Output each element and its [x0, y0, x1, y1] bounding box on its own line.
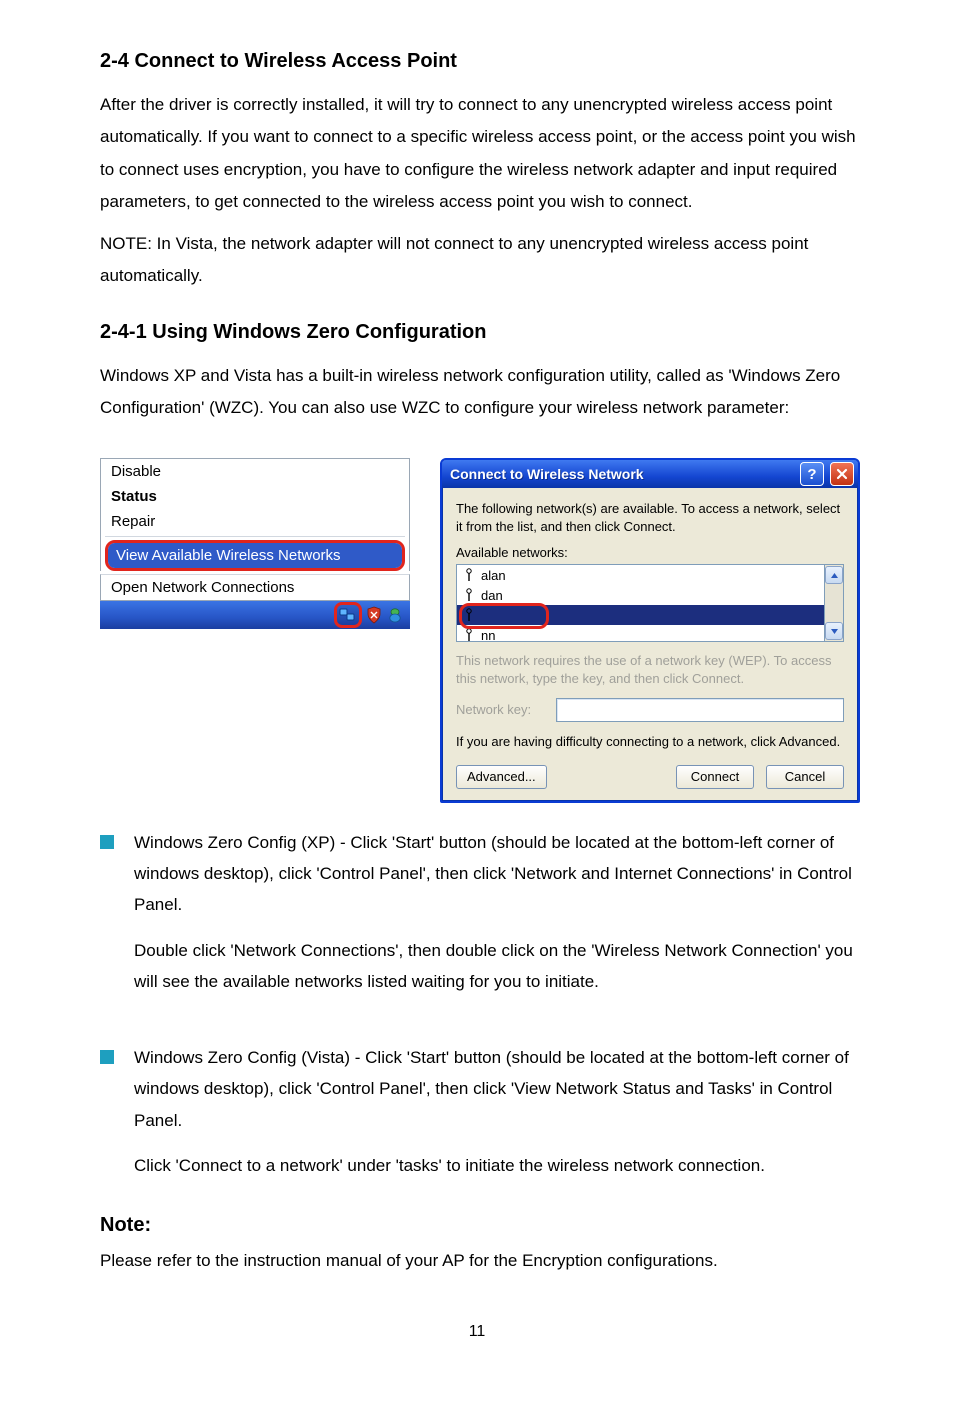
figure-row: Disable Status Repair View Available Wir… — [0, 458, 954, 802]
network-name-1: dan — [481, 588, 503, 603]
scroll-track[interactable] — [825, 584, 843, 622]
tray-highlight-ring — [334, 602, 362, 628]
note-heading: Note: — [0, 1214, 954, 1237]
network-item-1[interactable]: dan — [457, 585, 824, 605]
network-name-0: alan — [481, 568, 506, 583]
connect-button[interactable]: Connect — [676, 765, 754, 789]
network-name-3: nn — [481, 628, 495, 643]
dialog-titlebar: Connect to Wireless Network ? — [442, 460, 858, 488]
section1-para: After the driver is correctly installed,… — [0, 89, 954, 218]
context-menu-figure: Disable Status Repair View Available Wir… — [100, 458, 410, 629]
dialog-title: Connect to Wireless Network — [450, 466, 794, 482]
ctx-item-repair[interactable]: Repair — [101, 509, 409, 534]
bullet-xp: Windows Zero Config (XP) - Click 'Start'… — [100, 827, 864, 998]
ctx-highlight-ring: View Available Wireless Networks — [105, 540, 405, 571]
close-button[interactable] — [830, 462, 854, 486]
available-networks-list[interactable]: alan dan — [456, 564, 825, 642]
taskbar — [100, 601, 410, 629]
section-heading-wzc: 2-4-1 Using Windows Zero Configuration — [0, 321, 954, 344]
connect-wireless-dialog: Connect to Wireless Network ? The follow… — [440, 458, 860, 802]
section1-note: NOTE: In Vista, the network adapter will… — [0, 228, 954, 293]
ctx-item-disable[interactable]: Disable — [101, 459, 409, 484]
antenna-icon — [463, 608, 475, 622]
wep-hint: This network requires the use of a netwo… — [456, 652, 844, 687]
ctx-separator-1 — [105, 536, 405, 537]
bullet-vista-text-2: Click 'Connect to a network' under 'task… — [134, 1150, 864, 1181]
dialog-instruction: The following network(s) are available. … — [456, 500, 844, 535]
network-key-label: Network key: — [456, 702, 546, 717]
context-menu: Disable Status Repair View Available Wir… — [100, 458, 410, 571]
messenger-tray-icon[interactable] — [386, 606, 404, 624]
network-key-input[interactable] — [556, 698, 844, 722]
network-item-3[interactable]: nn — [457, 625, 824, 642]
ctx-item-view-networks[interactable]: View Available Wireless Networks — [108, 543, 402, 568]
network-list-scrollbar[interactable] — [825, 564, 844, 642]
ctx-item-status[interactable]: Status — [101, 484, 409, 509]
bullet-vista: Windows Zero Config (Vista) - Click 'Sta… — [100, 1042, 864, 1182]
network-item-0[interactable]: alan — [457, 565, 824, 585]
bullet-square-icon — [100, 835, 114, 849]
section-heading-connect: 2-4 Connect to Wireless Access Point — [0, 50, 954, 73]
advanced-button[interactable]: Advanced... — [456, 765, 547, 789]
antenna-icon — [463, 588, 475, 602]
help-button[interactable]: ? — [800, 462, 824, 486]
note-body: Please refer to the instruction manual o… — [0, 1245, 954, 1277]
network-item-selected[interactable] — [457, 605, 824, 625]
bullet-xp-text-2: Double click 'Network Connections', then… — [134, 935, 864, 998]
antenna-icon — [463, 628, 475, 642]
scroll-up-button[interactable] — [825, 566, 843, 584]
bullet-square-icon — [100, 1050, 114, 1064]
security-tray-icon[interactable] — [365, 606, 383, 624]
section2-para: Windows XP and Vista has a built-in wire… — [0, 360, 954, 425]
ctx-item-open-connections[interactable]: Open Network Connections — [101, 575, 409, 600]
advanced-hint: If you are having difficulty connecting … — [456, 734, 844, 749]
cancel-button[interactable]: Cancel — [766, 765, 844, 789]
bullet-xp-text-1: Windows Zero Config (XP) - Click 'Start'… — [134, 827, 864, 921]
antenna-icon — [463, 568, 475, 582]
network-tray-icon[interactable] — [339, 606, 357, 624]
scroll-down-button[interactable] — [825, 622, 843, 640]
available-networks-label: Available networks: — [456, 545, 844, 560]
page-number: 11 — [0, 1323, 954, 1341]
context-menu-after: Open Network Connections — [100, 574, 410, 601]
bullet-vista-text-1: Windows Zero Config (Vista) - Click 'Sta… — [134, 1042, 864, 1136]
